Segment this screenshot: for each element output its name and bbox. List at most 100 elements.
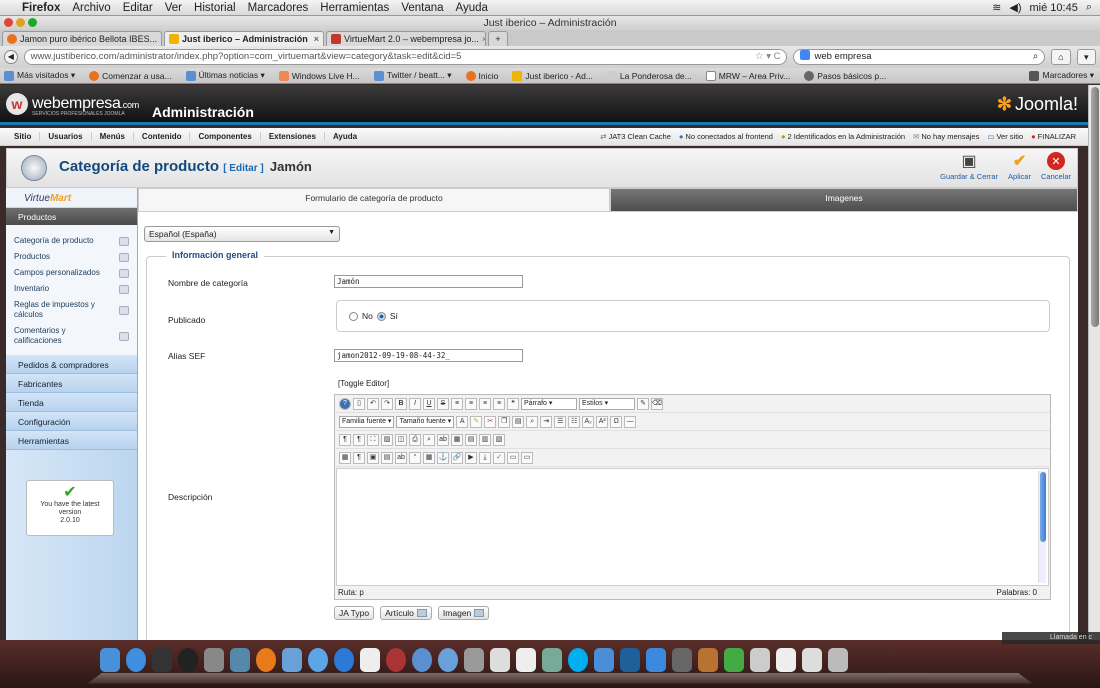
menu-ver[interactable]: Ver: [165, 2, 182, 14]
horizontal-rule-icon[interactable]: —: [624, 415, 637, 428]
find-icon[interactable]: ⌕: [526, 415, 539, 428]
tab-imagenes[interactable]: Imagenes: [610, 188, 1078, 212]
code-icon[interactable]: ▭: [521, 451, 533, 464]
sidebar-section-herramientas[interactable]: Herramientas: [6, 431, 137, 450]
rtl-icon[interactable]: ¶: [353, 433, 365, 446]
bookmark-item[interactable]: Pasos básicos p...: [804, 70, 886, 81]
addons-button[interactable]: ▾: [1076, 49, 1096, 65]
bold-icon[interactable]: B: [395, 397, 407, 410]
new-tab-button[interactable]: +: [488, 31, 508, 46]
text-color-icon[interactable]: A: [456, 415, 469, 428]
skype-icon[interactable]: [568, 648, 588, 672]
launchpad-icon[interactable]: [204, 648, 224, 672]
paint-icon[interactable]: ✎: [637, 397, 649, 410]
sidebar-section-configuracion[interactable]: Configuración: [6, 412, 137, 431]
table-cell-icon[interactable]: ▧: [493, 433, 505, 446]
bookmark-item[interactable]: Comenzar a usa...: [89, 70, 172, 81]
clean-icon[interactable]: ⌫: [651, 397, 663, 410]
insert-date-icon[interactable]: ▦: [423, 451, 435, 464]
memory-icon[interactable]: [724, 648, 744, 672]
search-icon[interactable]: ⌕: [1033, 50, 1038, 64]
browser-tab-3[interactable]: VirtueMart 2.0 – webempresa jo... ×: [326, 31, 486, 46]
link-icon[interactable]: 🔗: [451, 451, 463, 464]
fullscreen-icon[interactable]: ⛶: [367, 433, 379, 446]
superscript-icon[interactable]: A²: [596, 415, 609, 428]
admin-menu-contenido[interactable]: Contenido: [134, 132, 191, 141]
font-family-select[interactable]: Familia fuente ▾: [339, 415, 395, 428]
align-center-icon[interactable]: ≡: [465, 397, 477, 410]
ordered-list-icon[interactable]: ☰: [554, 415, 567, 428]
reload-icon[interactable]: ☆ ▾ C: [755, 50, 780, 64]
align-justify-icon[interactable]: ≡: [493, 397, 505, 410]
strikethrough-icon[interactable]: S: [437, 397, 449, 410]
browser-tab-1[interactable]: Jamon puro ibérico Bellota IBES... ×: [2, 31, 162, 46]
sidebar-section-productos[interactable]: Productos: [6, 208, 137, 225]
template-icon[interactable]: ▣: [367, 451, 379, 464]
styles-select[interactable]: Estilos ▾: [579, 397, 635, 410]
menu-app-name[interactable]: Firefox: [22, 2, 60, 14]
copy-icon[interactable]: ❐: [498, 415, 511, 428]
trash-icon[interactable]: [828, 648, 848, 672]
sidebar-item-inventario[interactable]: Inventario: [6, 281, 137, 297]
webempresa-logo[interactable]: w webempresa.com SERVICIOS PROFESIONALES…: [6, 93, 139, 117]
menu-marcadores[interactable]: Marcadores: [248, 2, 309, 14]
bookmark-item[interactable]: Just iberico - Ad...: [512, 70, 593, 81]
tab-formulario[interactable]: Formulario de categoría de producto: [138, 188, 610, 212]
zoom-window-button[interactable]: [28, 18, 37, 27]
document-icon[interactable]: [776, 648, 796, 672]
admin-menu-ayuda[interactable]: Ayuda: [325, 132, 365, 141]
bookmarks-menu[interactable]: Marcadores ▾: [1029, 70, 1100, 81]
menu-historial[interactable]: Historial: [194, 2, 236, 14]
save-close-button[interactable]: ▣ Guardar & Cerrar: [940, 152, 998, 181]
sidebar-item-campos[interactable]: Campos personalizados: [6, 265, 137, 281]
bookmark-item[interactable]: La Ponderosa de...: [606, 70, 692, 81]
close-tab-icon[interactable]: ×: [482, 34, 485, 44]
ja-typo-button[interactable]: JA Typo: [334, 606, 375, 620]
published-no-radio[interactable]: [349, 311, 358, 321]
window-icon[interactable]: [802, 648, 822, 672]
view-site-link[interactable]: ▭ Ver sitio: [987, 132, 1023, 141]
omega-icon[interactable]: Ω: [610, 415, 623, 428]
bookmark-item[interactable]: Más visitados ▾: [4, 70, 75, 81]
close-tab-icon[interactable]: ×: [160, 34, 161, 44]
sidebar-section-tienda[interactable]: Tienda: [6, 393, 137, 412]
sidebar-item-impuestos[interactable]: Reglas de impuestos y cálculos: [6, 297, 137, 323]
help-icon[interactable]: ?: [339, 397, 351, 410]
editor-scrollbar[interactable]: [1038, 471, 1046, 583]
bookmark-item[interactable]: Windows Live H...: [278, 70, 360, 81]
anchor-icon[interactable]: ⚓: [437, 451, 449, 464]
preview-icon[interactable]: ◫: [395, 433, 407, 446]
paste-icon[interactable]: ▤: [512, 415, 525, 428]
new-document-icon[interactable]: ▯: [353, 397, 365, 410]
preview-app-icon[interactable]: [282, 648, 302, 672]
pagebreak-icon[interactable]: ⤓: [479, 451, 491, 464]
close-window-button[interactable]: [4, 18, 13, 27]
ltr-icon[interactable]: ¶: [339, 433, 351, 446]
bookmark-item[interactable]: Últimas noticias ▾: [185, 70, 265, 81]
editor-textarea[interactable]: [336, 468, 1049, 586]
firefox-icon[interactable]: [256, 648, 276, 672]
sidebar-item-comentarios[interactable]: Comentarios y calificaciones: [6, 323, 137, 349]
table-col-icon[interactable]: ▥: [479, 433, 491, 446]
menu-ventana[interactable]: Ventana: [401, 2, 443, 14]
paragraph-icon[interactable]: ¶: [353, 451, 365, 464]
align-right-icon[interactable]: ≡: [479, 397, 491, 410]
search-input[interactable]: web empresa ⌕: [793, 49, 1046, 65]
italic-icon[interactable]: I: [409, 397, 421, 410]
clean-cache-link[interactable]: ⇄ JAT3 Clean Cache: [600, 132, 671, 141]
sidebar-section-fabricantes[interactable]: Fabricantes: [6, 374, 137, 393]
home-button[interactable]: ⌂: [1051, 49, 1071, 65]
wifi-icon[interactable]: ≋: [992, 1, 1001, 14]
menu-archivo[interactable]: Archivo: [72, 2, 110, 14]
finder-icon[interactable]: [100, 648, 120, 672]
printer-icon[interactable]: [750, 648, 770, 672]
visual-aid-icon[interactable]: ▭: [507, 451, 519, 464]
bookmark-item[interactable]: Inicio: [465, 70, 498, 81]
menubar-clock[interactable]: mié 10:45: [1030, 2, 1078, 14]
iphoto-icon[interactable]: [542, 648, 562, 672]
logout-link[interactable]: ● FINALIZAR: [1031, 132, 1076, 141]
format-select[interactable]: Párrafo ▾: [521, 397, 577, 410]
subscript-icon[interactable]: A₂: [582, 415, 595, 428]
itunes-icon[interactable]: [334, 648, 354, 672]
messages-status[interactable]: ✉ No hay mensajes: [913, 132, 979, 141]
